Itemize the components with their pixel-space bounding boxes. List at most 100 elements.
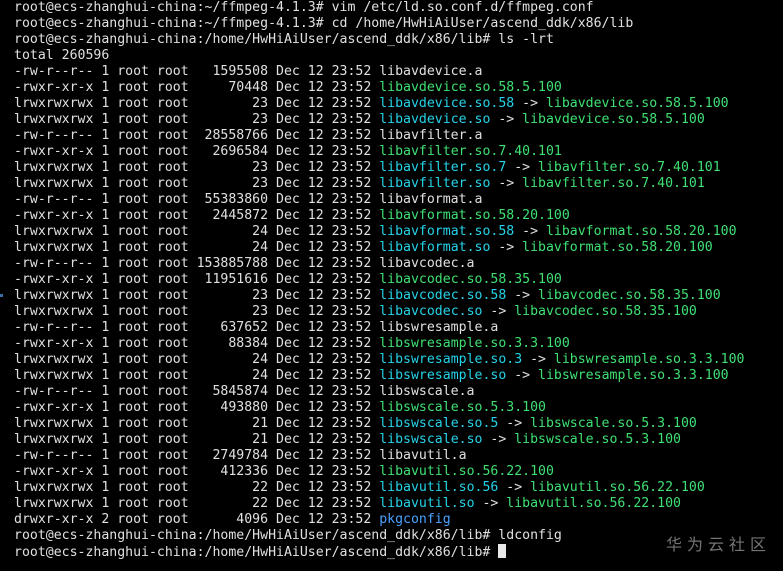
terminal-output[interactable]: root@ecs-zhanghui-china:~/ffmpeg-4.1.3# …	[14, 0, 744, 560]
terminal-text: ->	[490, 112, 523, 127]
executable-filename: libswresample.so.3.3.100	[553, 352, 745, 367]
symlink-filename: libavformat.so	[379, 240, 491, 255]
terminal-text: ->	[514, 96, 546, 111]
terminal-cursor	[498, 544, 507, 558]
executable-filename: libavutil.so.56.22.100	[530, 480, 705, 495]
terminal-line: -rw-r--r-- 1 root root 55383860 Dec 12 2…	[14, 192, 744, 208]
terminal-text: -rwxr-xr-x 1 root root 88384 Dec 12 23:5…	[14, 336, 380, 351]
terminal-text: -rwxr-xr-x 1 root root 70448 Dec 12 23:5…	[14, 80, 380, 95]
window-edge-marker	[0, 294, 3, 297]
terminal-text: ->	[506, 160, 539, 175]
terminal-line: -rwxr-xr-x 1 root root 11951616 Dec 12 2…	[14, 272, 744, 288]
terminal-text: -rwxr-xr-x 1 root root 2445872 Dec 12 23…	[14, 208, 380, 223]
symlink-filename: libavutil.so.56	[379, 480, 499, 495]
terminal-line: root@ecs-zhanghui-china:~/ffmpeg-4.1.3# …	[14, 0, 744, 16]
executable-filename: libavformat.so.58.20.100	[522, 240, 713, 255]
terminal-line: lrwxrwxrwx 1 root root 23 Dec 12 23:52 l…	[14, 288, 744, 304]
symlink-filename: libswscale.so.5	[379, 416, 499, 431]
terminal-text: lrwxrwxrwx 1 root root 22 Dec 12 23:52	[14, 496, 380, 511]
terminal-text: root@ecs-zhanghui-china:/home/HwHiAiUser…	[14, 545, 499, 560]
symlink-filename: libavfilter.so.7	[379, 160, 507, 175]
terminal-text: ->	[490, 240, 523, 255]
symlink-filename: libavformat.so.58	[379, 224, 515, 239]
symlink-filename: libavcodec.so.58	[379, 288, 507, 303]
terminal-text: -rw-r--r-- 1 root root 5845874 Dec 12 23…	[14, 384, 475, 399]
executable-filename: libswscale.so.5.3.100	[514, 432, 681, 447]
terminal-text: lrwxrwxrwx 1 root root 24 Dec 12 23:52	[14, 240, 380, 255]
terminal-text: lrwxrwxrwx 1 root root 24 Dec 12 23:52	[14, 224, 380, 239]
terminal-line: lrwxrwxrwx 1 root root 24 Dec 12 23:52 l…	[14, 240, 744, 256]
executable-filename: libavfilter.so.7.40.101	[522, 176, 705, 191]
terminal-line: lrwxrwxrwx 1 root root 23 Dec 12 23:52 l…	[14, 112, 744, 128]
executable-filename: libswresample.so.3.3.100	[538, 368, 729, 383]
symlink-filename: libswresample.so.3	[379, 352, 523, 367]
terminal-text: ->	[482, 432, 515, 447]
terminal-line: -rwxr-xr-x 1 root root 88384 Dec 12 23:5…	[14, 336, 744, 352]
terminal-line: lrwxrwxrwx 1 root root 23 Dec 12 23:52 l…	[14, 96, 744, 112]
symlink-filename: libavdevice.so.58	[379, 96, 515, 111]
terminal-line: lrwxrwxrwx 1 root root 21 Dec 12 23:52 l…	[14, 416, 744, 432]
terminal-text: ->	[522, 352, 554, 367]
terminal-line: lrwxrwxrwx 1 root root 24 Dec 12 23:52 l…	[14, 224, 744, 240]
executable-filename: libswresample.so.3.3.100	[379, 336, 570, 351]
terminal-text: ->	[482, 304, 515, 319]
terminal-text: ->	[514, 224, 546, 239]
executable-filename: libswscale.so.5.3.100	[379, 400, 546, 415]
terminal-line: -rwxr-xr-x 1 root root 2445872 Dec 12 23…	[14, 208, 744, 224]
terminal-line: lrwxrwxrwx 1 root root 23 Dec 12 23:52 l…	[14, 304, 744, 320]
terminal-line: -rw-r--r-- 1 root root 2749784 Dec 12 23…	[14, 448, 744, 464]
terminal-text: root@ecs-zhanghui-china:/home/HwHiAiUser…	[14, 528, 562, 543]
terminal-line: lrwxrwxrwx 1 root root 24 Dec 12 23:52 l…	[14, 352, 744, 368]
executable-filename: libavcodec.so.58.35.100	[514, 304, 697, 319]
executable-filename: libavfilter.so.7.40.101	[379, 144, 562, 159]
terminal-text: ->	[490, 176, 523, 191]
terminal-text: lrwxrwxrwx 1 root root 24 Dec 12 23:52	[14, 368, 380, 383]
terminal-line: lrwxrwxrwx 1 root root 22 Dec 12 23:52 l…	[14, 480, 744, 496]
terminal-line: drwxr-xr-x 2 root root 4096 Dec 12 23:52…	[14, 512, 744, 528]
executable-filename: libavcodec.so.58.35.100	[538, 288, 721, 303]
terminal-line: -rwxr-xr-x 1 root root 493880 Dec 12 23:…	[14, 400, 744, 416]
terminal-line: lrwxrwxrwx 1 root root 23 Dec 12 23:52 l…	[14, 176, 744, 192]
terminal-line: root@ecs-zhanghui-china:/home/HwHiAiUser…	[14, 32, 744, 48]
terminal-line: lrwxrwxrwx 1 root root 24 Dec 12 23:52 l…	[14, 368, 744, 384]
terminal-line: -rw-r--r-- 1 root root 637652 Dec 12 23:…	[14, 320, 744, 336]
terminal-text: drwxr-xr-x 2 root root 4096 Dec 12 23:52	[14, 512, 380, 527]
terminal-line: lrwxrwxrwx 1 root root 22 Dec 12 23:52 l…	[14, 496, 744, 512]
terminal-text: ->	[474, 496, 507, 511]
symlink-filename: libavdevice.so	[379, 112, 491, 127]
symlink-filename: libavcodec.so	[379, 304, 483, 319]
terminal-text: lrwxrwxrwx 1 root root 24 Dec 12 23:52	[14, 352, 380, 367]
terminal-text: ->	[506, 288, 539, 303]
terminal-text: lrwxrwxrwx 1 root root 21 Dec 12 23:52	[14, 416, 380, 431]
terminal-text: lrwxrwxrwx 1 root root 22 Dec 12 23:52	[14, 480, 380, 495]
terminal-line: lrwxrwxrwx 1 root root 21 Dec 12 23:52 l…	[14, 432, 744, 448]
executable-filename: libavdevice.so.58.5.100	[545, 96, 729, 111]
symlink-filename: libavfilter.so	[379, 176, 491, 191]
terminal-line: -rw-r--r-- 1 root root 1595508 Dec 12 23…	[14, 64, 744, 80]
terminal-text: lrwxrwxrwx 1 root root 21 Dec 12 23:52	[14, 432, 380, 447]
executable-filename: libswscale.so.5.3.100	[530, 416, 697, 431]
terminal-text: -rw-r--r-- 1 root root 1595508 Dec 12 23…	[14, 64, 483, 79]
terminal-text: lrwxrwxrwx 1 root root 23 Dec 12 23:52	[14, 96, 380, 111]
terminal-line: -rwxr-xr-x 1 root root 2696584 Dec 12 23…	[14, 144, 744, 160]
terminal-line: -rwxr-xr-x 1 root root 412336 Dec 12 23:…	[14, 464, 744, 480]
terminal-text: root@ecs-zhanghui-china:/home/HwHiAiUser…	[14, 32, 554, 47]
executable-filename: libavutil.so.56.22.100	[506, 496, 681, 511]
terminal-text: lrwxrwxrwx 1 root root 23 Dec 12 23:52	[14, 304, 380, 319]
symlink-filename: libavutil.so	[379, 496, 475, 511]
terminal-text: root@ecs-zhanghui-china:~/ffmpeg-4.1.3# …	[14, 0, 594, 15]
terminal-text: ->	[498, 416, 531, 431]
terminal-line: -rwxr-xr-x 1 root root 70448 Dec 12 23:5…	[14, 80, 744, 96]
executable-filename: libavcodec.so.58.35.100	[379, 272, 562, 287]
terminal-text: ->	[506, 368, 539, 383]
terminal-line: -rw-r--r-- 1 root root 28558766 Dec 12 2…	[14, 128, 744, 144]
executable-filename: libavdevice.so.58.5.100	[379, 80, 562, 95]
terminal-line: -rw-r--r-- 1 root root 153885788 Dec 12 …	[14, 256, 744, 272]
executable-filename: libavutil.so.56.22.100	[379, 464, 554, 479]
symlink-filename: libswscale.so	[379, 432, 483, 447]
terminal-text: lrwxrwxrwx 1 root root 23 Dec 12 23:52	[14, 160, 380, 175]
terminal-text: lrwxrwxrwx 1 root root 23 Dec 12 23:52	[14, 112, 380, 127]
terminal-window[interactable]: root@ecs-zhanghui-china:~/ffmpeg-4.1.3# …	[0, 0, 783, 571]
directory-name: pkgconfig	[379, 512, 451, 527]
terminal-text: -rw-r--r-- 1 root root 153885788 Dec 12 …	[14, 256, 475, 271]
